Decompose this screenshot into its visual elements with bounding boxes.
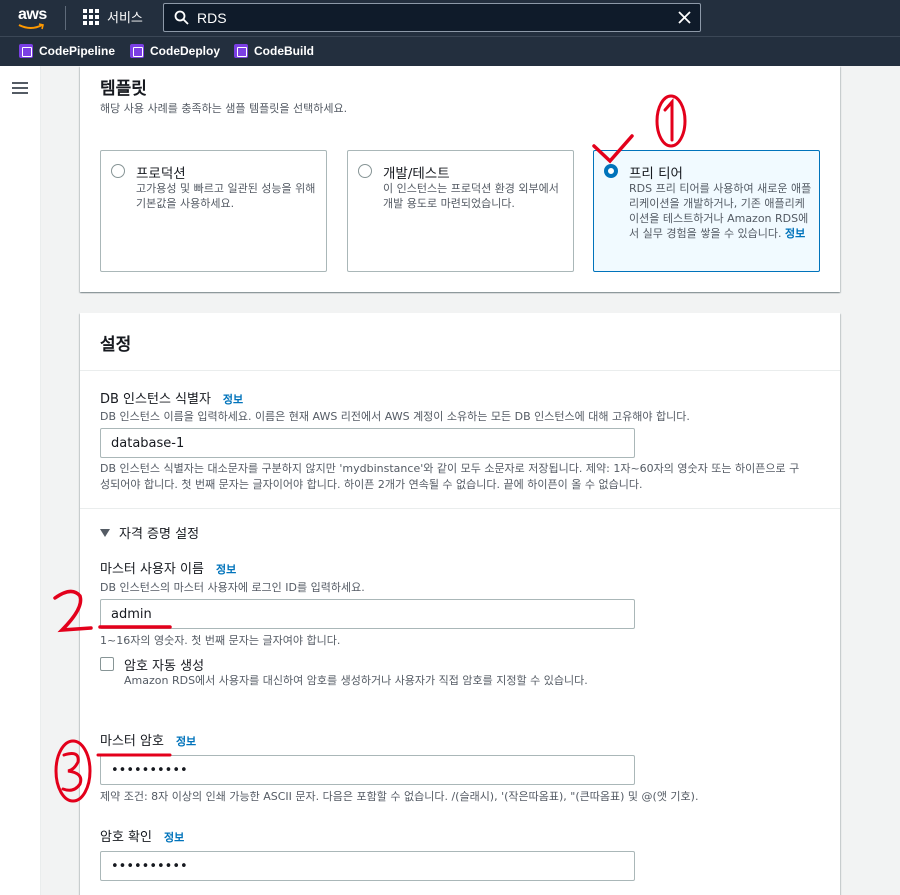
- master-password-label: 마스터 암호 정보: [100, 730, 196, 749]
- favorite-label: CodePipeline: [39, 44, 116, 58]
- option-title: 개발/테스트: [383, 166, 450, 182]
- confirm-password-label: 암호 확인 정보: [100, 826, 184, 845]
- caret-down-icon: [100, 528, 110, 537]
- settings-panel: 설정 DB 인스턴스 식별자 정보 DB 인스턴스 이름을 입력하세요. 이름은…: [80, 313, 840, 895]
- radio-devtest[interactable]: [358, 164, 372, 178]
- option-description: 이 인스턴스는 프로덕션 환경 외부에서 개발 용도로 마련되었습니다.: [383, 182, 559, 210]
- template-title: 템플릿: [100, 79, 147, 99]
- master-username-label-text: 마스터 사용자 이름: [100, 562, 204, 577]
- master-password-help: 제약 조건: 8자 이상의 인쇄 가능한 ASCII 문자. 다음은 포함할 수…: [100, 790, 699, 803]
- master-username-input[interactable]: [100, 599, 635, 629]
- hamburger-menu-icon[interactable]: [12, 82, 28, 94]
- auto-generate-password-label: 암호 자동 생성: [124, 659, 205, 674]
- option-description: RDS 프리 티어를 사용하여 새로운 애플리케이션을 개발하거나, 기존 애플…: [629, 181, 814, 241]
- confirm-password-label-text: 암호 확인: [100, 830, 152, 845]
- option-description-text: RDS 프리 티어를 사용하여 새로운 애플리케이션을 개발하거나, 기존 애플…: [629, 182, 812, 240]
- template-option-free-tier[interactable]: 프리 티어 RDS 프리 티어를 사용하여 새로운 애플리케이션을 개발하거나,…: [593, 150, 820, 272]
- confirm-password-info-link[interactable]: 정보: [164, 829, 184, 845]
- codepipeline-icon: [19, 44, 33, 58]
- master-password-input[interactable]: [100, 755, 635, 785]
- template-option-devtest[interactable]: 개발/테스트 이 인스턴스는 프로덕션 환경 외부에서 개발 용도로 마련되었습…: [347, 150, 574, 272]
- template-panel: 템플릿 해당 사용 사례를 충족하는 샘플 템플릿을 선택하세요. 프로덕션 고…: [80, 66, 840, 292]
- codedeploy-icon: [130, 44, 144, 58]
- aws-logo[interactable]: aws: [18, 6, 47, 30]
- favorite-codepipeline[interactable]: CodePipeline: [19, 44, 115, 58]
- nav-divider: [65, 6, 66, 30]
- favorite-codedeploy[interactable]: CodeDeploy: [130, 44, 220, 58]
- settings-title: 설정: [100, 335, 132, 355]
- grid-icon: [83, 8, 99, 25]
- aws-smile-icon: [18, 23, 44, 30]
- db-identifier-label: DB 인스턴스 식별자 정보: [100, 388, 243, 407]
- option-title: 프로덕션: [136, 166, 186, 182]
- db-identifier-description: DB 인스턴스 이름을 입력하세요. 이름은 현재 AWS 리전에서 AWS 계…: [100, 410, 690, 423]
- master-username-info-link[interactable]: 정보: [216, 561, 236, 577]
- db-identifier-info-link[interactable]: 정보: [223, 391, 243, 407]
- template-description: 해당 사용 사례를 충족하는 샘플 템플릿을 선택하세요.: [100, 102, 348, 115]
- close-icon[interactable]: [677, 10, 692, 25]
- top-navigation: aws 서비스: [0, 0, 900, 36]
- master-username-label: 마스터 사용자 이름 정보: [100, 558, 236, 577]
- template-option-production[interactable]: 프로덕션 고가용성 및 빠르고 일관된 성능을 위해 기본값을 사용하세요.: [100, 150, 327, 272]
- master-password-info-link[interactable]: 정보: [176, 733, 196, 749]
- db-identifier-input[interactable]: [100, 428, 635, 458]
- radio-production[interactable]: [111, 164, 125, 178]
- credentials-toggle-label: 자격 증명 설정: [119, 527, 200, 542]
- master-username-description: DB 인스턴스의 마스터 사용자에 로그인 ID를 입력하세요.: [100, 581, 365, 594]
- side-rail: [0, 66, 41, 895]
- free-tier-info-link[interactable]: 정보: [785, 227, 805, 240]
- search-box[interactable]: [163, 3, 701, 32]
- master-username-help: 1~16자의 영숫자. 첫 번째 문자는 글자여야 합니다.: [100, 634, 341, 647]
- favorites-bar: CodePipeline CodeDeploy CodeBuild: [0, 36, 900, 66]
- search-input[interactable]: [197, 8, 667, 28]
- aws-logo-text: aws: [18, 6, 47, 23]
- divider: [80, 508, 840, 509]
- radio-free-tier[interactable]: [604, 164, 618, 178]
- auto-generate-password-checkbox[interactable]: [100, 657, 114, 671]
- codebuild-icon: [234, 44, 248, 58]
- services-menu-button[interactable]: 서비스: [83, 7, 143, 26]
- option-title: 프리 티어: [629, 166, 683, 182]
- favorite-label: CodeDeploy: [150, 44, 221, 58]
- option-description: 고가용성 및 빠르고 일관된 성능을 위해 기본값을 사용하세요.: [136, 182, 316, 210]
- favorite-label: CodeBuild: [254, 44, 314, 58]
- credentials-settings-toggle[interactable]: 자격 증명 설정: [100, 523, 199, 542]
- db-identifier-label-text: DB 인스턴스 식별자: [100, 392, 211, 407]
- master-password-label-text: 마스터 암호: [100, 734, 164, 749]
- confirm-password-input[interactable]: [100, 851, 635, 881]
- auto-generate-password-description: Amazon RDS에서 사용자를 대신하여 암호를 생성하거나 사용자가 직접…: [124, 674, 588, 687]
- db-identifier-help: DB 인스턴스 식별자는 대소문자를 구분하지 않지만 'mydbinstanc…: [100, 462, 800, 491]
- search-icon: [174, 10, 189, 25]
- favorite-codebuild[interactable]: CodeBuild: [234, 44, 314, 58]
- divider: [80, 370, 840, 371]
- services-label: 서비스: [107, 11, 143, 26]
